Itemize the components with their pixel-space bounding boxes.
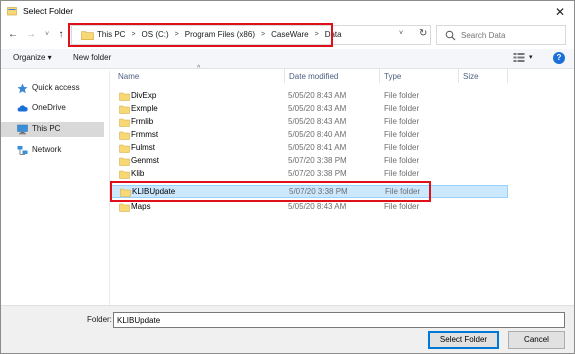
sidebar-item-label: OneDrive	[32, 103, 66, 112]
view-options-icon[interactable]	[513, 52, 525, 63]
file-date: 5/07/20 3:38 PM	[288, 156, 347, 165]
file-name: Exmple	[131, 104, 158, 113]
selection-highlight-box	[110, 181, 431, 202]
list-item[interactable]: Exmple 5/05/20 8:43 AM File folder	[111, 103, 508, 116]
command-bar: Organize ▾ New folder ▾ ?	[1, 49, 574, 69]
search-box[interactable]	[436, 25, 566, 45]
column-header-date-modified[interactable]: Date modified	[289, 72, 338, 81]
file-date: 5/05/20 8:41 AM	[288, 143, 347, 152]
list-item[interactable]: Frmmst 5/05/20 8:40 AM File folder	[111, 129, 508, 142]
folder-icon	[119, 144, 130, 153]
sidebar-item-quick-access[interactable]: Quick access	[1, 81, 104, 96]
search-icon	[445, 30, 456, 41]
file-type: File folder	[384, 156, 420, 165]
refresh-icon[interactable]: ↻	[419, 28, 427, 39]
network-icon	[17, 146, 28, 155]
file-name: Fulmst	[131, 143, 155, 152]
file-date: 5/05/20 8:43 AM	[288, 91, 347, 100]
folder-icon	[119, 118, 130, 127]
recent-locations-icon[interactable]: ˅	[41, 28, 53, 42]
folder-app-icon	[7, 7, 17, 16]
file-type: File folder	[384, 91, 420, 100]
up-folder-icon[interactable]: ↑	[55, 28, 67, 42]
sort-ascending-icon: ^	[197, 65, 201, 72]
file-name: Frmmst	[131, 130, 159, 139]
title-bar: Select Folder ✕	[1, 1, 574, 23]
file-type: File folder	[384, 117, 420, 126]
new-folder-button[interactable]: New folder	[73, 53, 111, 62]
window-title: Select Folder	[23, 6, 74, 16]
file-date: 5/05/20 8:43 AM	[288, 117, 347, 126]
file-name: Maps	[131, 202, 151, 211]
file-type: File folder	[384, 202, 420, 211]
close-button[interactable]: ✕	[552, 4, 568, 20]
list-item[interactable]: Fulmst 5/05/20 8:41 AM File folder	[111, 142, 508, 155]
file-date: 5/07/20 3:38 PM	[288, 169, 347, 178]
list-item[interactable]: DivExp 5/05/20 8:43 AM File folder	[111, 90, 508, 103]
file-type: File folder	[384, 169, 420, 178]
column-divider[interactable]	[379, 69, 380, 83]
list-item[interactable]: Genmst 5/07/20 3:38 PM File folder	[111, 155, 508, 168]
sidebar-item-onedrive[interactable]: OneDrive	[1, 101, 104, 116]
sidebar-item-label: Quick access	[32, 83, 80, 92]
back-icon[interactable]: ←	[7, 28, 19, 42]
select-folder-button[interactable]: Select Folder	[428, 331, 499, 349]
sidebar-item-this-pc[interactable]: This PC	[1, 122, 104, 137]
star-icon	[17, 83, 28, 94]
forward-icon[interactable]: →	[25, 28, 37, 42]
sidebar-item-label: Network	[32, 145, 62, 154]
help-icon[interactable]: ?	[553, 52, 565, 64]
cloud-icon	[17, 105, 28, 112]
file-name: Frmlib	[131, 117, 154, 126]
address-dropdown-icon[interactable]: ˅	[399, 30, 403, 37]
file-name: Genmst	[131, 156, 160, 165]
column-header-size[interactable]: Size	[463, 72, 479, 81]
folder-label: Folder:	[87, 315, 112, 324]
column-divider[interactable]	[507, 69, 508, 83]
organize-button[interactable]: Organize ▾	[13, 53, 52, 62]
address-highlight-box	[68, 23, 333, 47]
column-divider[interactable]	[458, 69, 459, 83]
select-folder-dialog: Select Folder ✕ ← → ˅ ↑ This PC > OS (C:…	[0, 0, 575, 354]
cancel-button[interactable]: Cancel	[508, 331, 565, 349]
file-date: 5/05/20 8:43 AM	[288, 104, 347, 113]
folder-icon	[119, 105, 130, 114]
folder-icon	[119, 203, 130, 212]
folder-field[interactable]	[113, 312, 565, 328]
folder-icon	[119, 157, 130, 166]
file-date: 5/05/20 8:43 AM	[288, 202, 347, 211]
column-header-name[interactable]: Name	[118, 72, 139, 81]
file-type: File folder	[384, 104, 420, 113]
dialog-footer: Folder: Select Folder Cancel	[1, 305, 574, 353]
list-item[interactable]: Klib 5/07/20 3:38 PM File folder	[111, 168, 508, 181]
sidebar-item-network[interactable]: Network	[1, 143, 104, 158]
computer-icon	[17, 124, 28, 135]
navigation-pane: Quick access OneDrive This PC Network	[1, 71, 109, 305]
column-header-type[interactable]: Type	[384, 72, 401, 81]
search-input[interactable]	[461, 29, 561, 42]
sidebar-item-label: This PC	[32, 124, 61, 133]
file-type: File folder	[384, 130, 420, 139]
folder-icon	[119, 131, 130, 140]
folder-icon	[119, 92, 130, 101]
file-name: DivExp	[131, 91, 157, 100]
file-type: File folder	[384, 143, 420, 152]
file-name: Klib	[131, 169, 145, 178]
list-item[interactable]: Frmlib 5/05/20 8:43 AM File folder	[111, 116, 508, 129]
list-item[interactable]: Maps 5/05/20 8:43 AM File folder	[111, 201, 508, 214]
file-date: 5/05/20 8:40 AM	[288, 130, 347, 139]
view-dropdown-icon[interactable]: ▾	[529, 53, 533, 61]
column-divider[interactable]	[284, 69, 285, 83]
folder-icon	[119, 170, 130, 179]
